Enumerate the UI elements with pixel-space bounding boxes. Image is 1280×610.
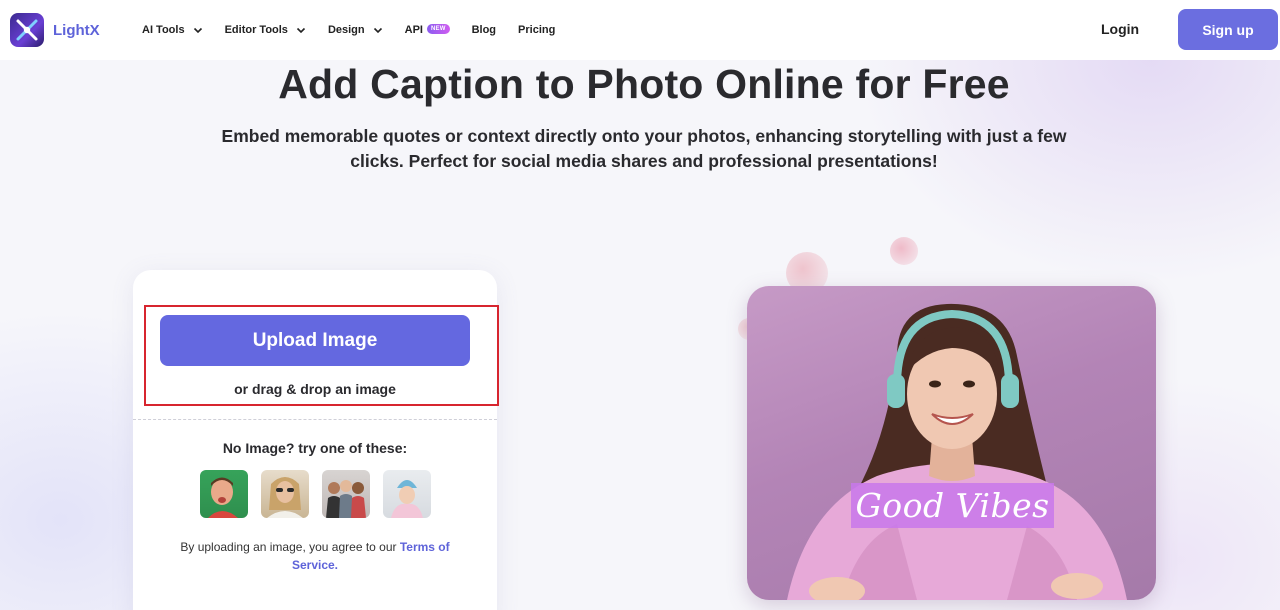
nav-item-label: Pricing [518, 24, 556, 36]
brand-name: LightX [53, 21, 100, 39]
nav-item-label: AI Tools [142, 24, 185, 36]
page-title: Add Caption to Photo Online for Free [278, 61, 1010, 107]
nav-item-api[interactable]: API NEW [405, 24, 450, 36]
sample-image[interactable] [200, 470, 248, 518]
sign-up-button[interactable]: Sign up [1178, 9, 1278, 50]
group-friends-thumbnail-icon [326, 480, 366, 518]
login-link[interactable]: Login [1101, 21, 1139, 37]
nav-item-pricing[interactable]: Pricing [518, 24, 555, 36]
main-nav: AI Tools Editor Tools Design API NEW Blo… [142, 0, 577, 60]
drag-drop-hint: or drag & drop an image [234, 381, 396, 397]
nav-item-blog[interactable]: Blog [472, 24, 496, 36]
man-face-thumbnail-icon [208, 477, 238, 518]
chevron-down-icon [193, 27, 202, 34]
chevron-down-icon [296, 27, 306, 34]
caption-text: Good Vibes [855, 486, 1050, 525]
nav-item-design[interactable]: Design [328, 24, 383, 36]
sample-image[interactable] [383, 470, 431, 518]
top-nav-bar: LightX AI Tools Editor Tools Design API … [0, 0, 1280, 60]
brand-logo[interactable]: LightX [10, 13, 100, 47]
nav-item-label: Editor Tools [224, 24, 288, 36]
upload-image-button[interactable]: Upload Image [160, 315, 470, 366]
nav-item-label: Blog [471, 24, 497, 36]
chevron-down-icon [373, 27, 382, 34]
sample-images-heading: No Image? try one of these: [222, 440, 408, 456]
terms-prefix: By uploading an image, you agree to our [180, 540, 400, 554]
nav-item-label: API [404, 24, 423, 36]
smiling-woman-headphones-illustration [787, 303, 1127, 600]
caption-overlay: Good Vibes [851, 483, 1054, 528]
preview-photo: Good Vibes [747, 286, 1156, 600]
sample-images [200, 470, 444, 518]
sample-image[interactable] [322, 470, 370, 518]
sample-image[interactable] [261, 470, 309, 518]
nav-item-ai-tools[interactable]: AI Tools [142, 24, 203, 36]
upload-card: Upload Image or drag & drop an image No … [133, 270, 499, 610]
new-badge: NEW [426, 24, 450, 34]
dashed-divider [133, 419, 497, 420]
woman-winter-hat-thumbnail-icon [391, 480, 423, 518]
nav-item-label: Design [327, 24, 365, 36]
page-subtitle: Embed memorable quotes or context direct… [221, 126, 1067, 171]
lightx-logo-icon [10, 13, 44, 47]
terms-notice: By uploading an image, you agree to our … [163, 538, 467, 574]
decorative-bubble [890, 237, 918, 265]
woman-sunglasses-thumbnail-icon [267, 477, 303, 518]
nav-item-editor-tools[interactable]: Editor Tools [225, 24, 306, 36]
